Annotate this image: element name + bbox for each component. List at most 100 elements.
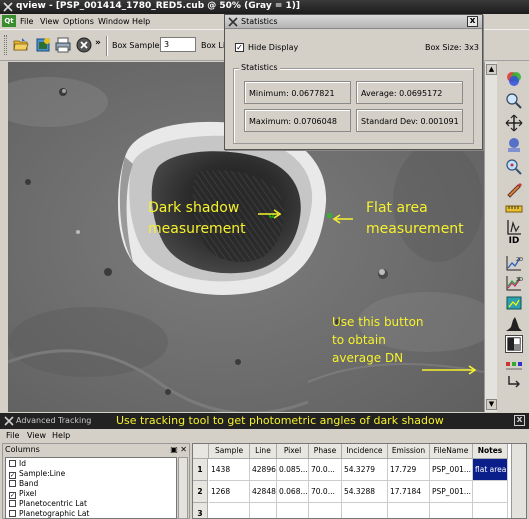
table-cell[interactable]: [277, 503, 309, 518]
table-cell[interactable]: 17.7184: [388, 481, 430, 503]
row-number[interactable]: 3: [193, 503, 208, 518]
table-cell[interactable]: 54.3288: [342, 481, 388, 503]
window-title: qview - [PSP_001414_1780_RED5.cub @ 50% …: [16, 1, 300, 11]
columns-dock-buttons[interactable]: ▣ ✕: [170, 445, 187, 454]
menu-view[interactable]: View: [40, 17, 59, 26]
annotation-button-line1: Use this button: [332, 315, 424, 329]
advanced-tracking-titlebar[interactable]: Advanced Tracking Use tracking tool to g…: [0, 413, 529, 429]
column-option-sample-line[interactable]: ✓ Sample:Line: [9, 469, 65, 479]
measure-ruler-icon[interactable]: [505, 200, 523, 218]
tracking-arrow-icon[interactable]: [505, 374, 523, 392]
table-cell[interactable]: 0.068...: [277, 481, 309, 503]
columns-scrollbar[interactable]: [178, 457, 188, 519]
notes-cell-selected[interactable]: flat area: [473, 459, 508, 481]
plot-2d-icon[interactable]: 2D: [505, 254, 523, 272]
scroll-down-icon[interactable]: ▼: [486, 399, 497, 410]
checkbox-icon[interactable]: [9, 510, 16, 517]
stretch-icon[interactable]: [505, 136, 523, 154]
column-header-sample[interactable]: Sample: [209, 444, 250, 459]
table-cell[interactable]: 0.085...: [277, 459, 309, 481]
checkbox-checked-icon[interactable]: ✓: [9, 492, 16, 499]
histogram-icon[interactable]: [505, 315, 523, 333]
scroll-up-icon[interactable]: ▲: [486, 64, 497, 75]
table-cell[interactable]: PSP_001...: [430, 481, 473, 503]
edit-pen-icon[interactable]: [505, 180, 523, 198]
tracking-table: Sample Line Pixel Phase Incidence Emissi…: [192, 443, 527, 519]
column-option-id[interactable]: Id: [9, 459, 26, 468]
table-cell[interactable]: 42896: [250, 459, 277, 481]
row-number[interactable]: 1: [193, 459, 208, 481]
table-cell[interactable]: [430, 503, 473, 518]
window-titlebar: qview - [PSP_001414_1780_RED5.cub @ 50% …: [0, 0, 529, 14]
hide-display-checkbox[interactable]: ✓: [235, 43, 244, 52]
tracking-menu-help[interactable]: Help: [52, 431, 70, 440]
box-samples-input[interactable]: [160, 37, 196, 52]
column-header-pixel[interactable]: Pixel: [277, 444, 309, 459]
table-cell[interactable]: 17.729: [388, 459, 430, 481]
table-cell[interactable]: 70.0...: [309, 481, 342, 503]
image-overlay-icon[interactable]: [505, 294, 523, 312]
column-option-band[interactable]: Band: [9, 479, 38, 488]
statistics-close-button[interactable]: x: [467, 16, 478, 27]
new-window-icon[interactable]: [34, 36, 52, 54]
column-header-emission[interactable]: Emission: [388, 444, 430, 459]
table-cell[interactable]: [473, 503, 508, 518]
table-cell[interactable]: [209, 503, 250, 518]
tracking-menu-view[interactable]: View: [27, 431, 46, 440]
id-tool-icon[interactable]: ID: [503, 236, 525, 246]
table-cell[interactable]: [342, 503, 388, 518]
annotation-flat-area-line2: measurement: [366, 221, 464, 237]
column-option-pixel[interactable]: ✓ Pixel: [9, 489, 36, 499]
pan-icon[interactable]: [505, 114, 523, 132]
table-cell[interactable]: [250, 503, 277, 518]
toolbar-grip[interactable]: [4, 35, 7, 55]
advanced-tracking-close-button[interactable]: x: [514, 415, 525, 426]
table-cell[interactable]: 42848: [250, 481, 277, 503]
image-vertical-scrollbar[interactable]: ▲ ▼: [484, 62, 497, 412]
column-header-line[interactable]: Line: [250, 444, 277, 459]
column-header-filename[interactable]: FileName: [430, 444, 473, 459]
menu-window[interactable]: Window: [98, 17, 130, 26]
menu-help[interactable]: Help: [132, 17, 150, 26]
band-bars-icon[interactable]: [505, 356, 523, 374]
column-option-planetographic-lat[interactable]: Planetographic Lat: [9, 509, 89, 518]
tracking-menu-file[interactable]: File: [6, 431, 19, 440]
table-cell[interactable]: 70.0...: [309, 459, 342, 481]
table-cell[interactable]: 54.3279: [342, 459, 388, 481]
find-icon[interactable]: [505, 158, 523, 176]
table-scrollbar[interactable]: [511, 444, 526, 518]
x11-logo-icon: [4, 416, 14, 426]
plot-3d-icon[interactable]: 3D: [505, 274, 523, 292]
table-cell[interactable]: [388, 503, 430, 518]
print-icon[interactable]: [54, 36, 72, 54]
table-cell[interactable]: 1268: [209, 481, 250, 503]
table-cell[interactable]: PSP_001...: [430, 459, 473, 481]
menu-options[interactable]: Options: [63, 17, 94, 26]
menu-file[interactable]: File: [20, 17, 33, 26]
statistics-dialog: Statistics x ✓ Hide Display Box Size: 3x…: [224, 14, 483, 150]
columns-header: Columns: [5, 445, 40, 454]
close-circle-icon[interactable]: [75, 36, 93, 54]
row-number[interactable]: 2: [193, 481, 208, 503]
statistics-tool-icon[interactable]: [505, 335, 523, 353]
checkbox-icon[interactable]: [9, 500, 16, 507]
column-option-planetocentric-lat[interactable]: Planetocentric Lat: [9, 499, 87, 508]
column-header-incidence[interactable]: Incidence: [342, 444, 388, 459]
spectral-plot-icon[interactable]: [505, 218, 523, 236]
column-header-notes[interactable]: Notes: [473, 444, 508, 459]
box-samples-label: Box Samples:: [112, 41, 167, 50]
open-folder-icon[interactable]: [12, 36, 30, 54]
column-header-phase[interactable]: Phase: [309, 444, 342, 459]
table-cell[interactable]: [473, 481, 508, 503]
checkbox-icon[interactable]: [9, 460, 16, 467]
statistics-titlebar[interactable]: Statistics x: [225, 15, 482, 29]
checkbox-icon[interactable]: [9, 480, 16, 487]
zoom-icon[interactable]: [505, 92, 523, 110]
svg-text:2D: 2D: [516, 257, 523, 263]
annotation-dark-shadow-line2: measurement: [148, 221, 246, 237]
toolbar-overflow-icon[interactable]: »: [95, 38, 101, 48]
band-color-icon[interactable]: [505, 70, 523, 88]
table-cell[interactable]: 1438: [209, 459, 250, 481]
table-cell[interactable]: [309, 503, 342, 518]
checkbox-checked-icon[interactable]: ✓: [9, 472, 16, 479]
